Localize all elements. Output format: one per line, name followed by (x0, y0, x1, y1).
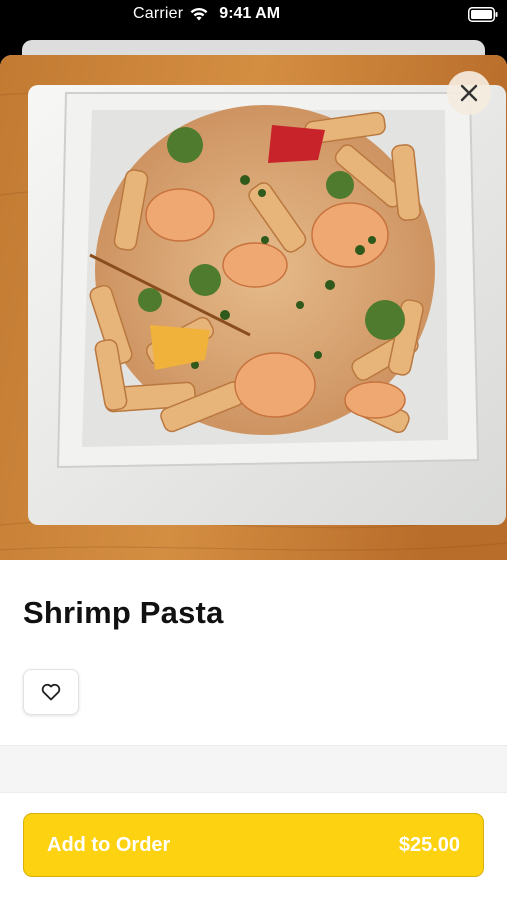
item-detail-sheet: Shrimp Pasta Add to Order $25.00 (0, 55, 507, 900)
favorite-button[interactable] (23, 669, 79, 715)
add-to-order-button[interactable]: Add to Order $25.00 (23, 813, 484, 877)
food-photo (0, 55, 507, 560)
screen: Carrier 9:41 AM Shrimp Pasta Add to Orde… (0, 0, 507, 900)
wifi-icon (190, 7, 208, 21)
close-icon (460, 84, 478, 102)
add-to-order-label: Add to Order (47, 833, 171, 856)
status-time: 9:41 AM (219, 5, 281, 22)
close-button[interactable] (447, 71, 491, 115)
order-price: $25.00 (398, 833, 460, 856)
heart-icon (41, 683, 61, 701)
status-left: Carrier 9:41 AM (133, 5, 280, 23)
status-bar: Carrier 9:41 AM (0, 0, 507, 32)
food-photo-illustration (0, 55, 507, 560)
battery-icon (468, 7, 498, 22)
item-title: Shrimp Pasta (23, 595, 224, 630)
carrier-label: Carrier (133, 5, 184, 22)
section-divider (0, 745, 507, 793)
